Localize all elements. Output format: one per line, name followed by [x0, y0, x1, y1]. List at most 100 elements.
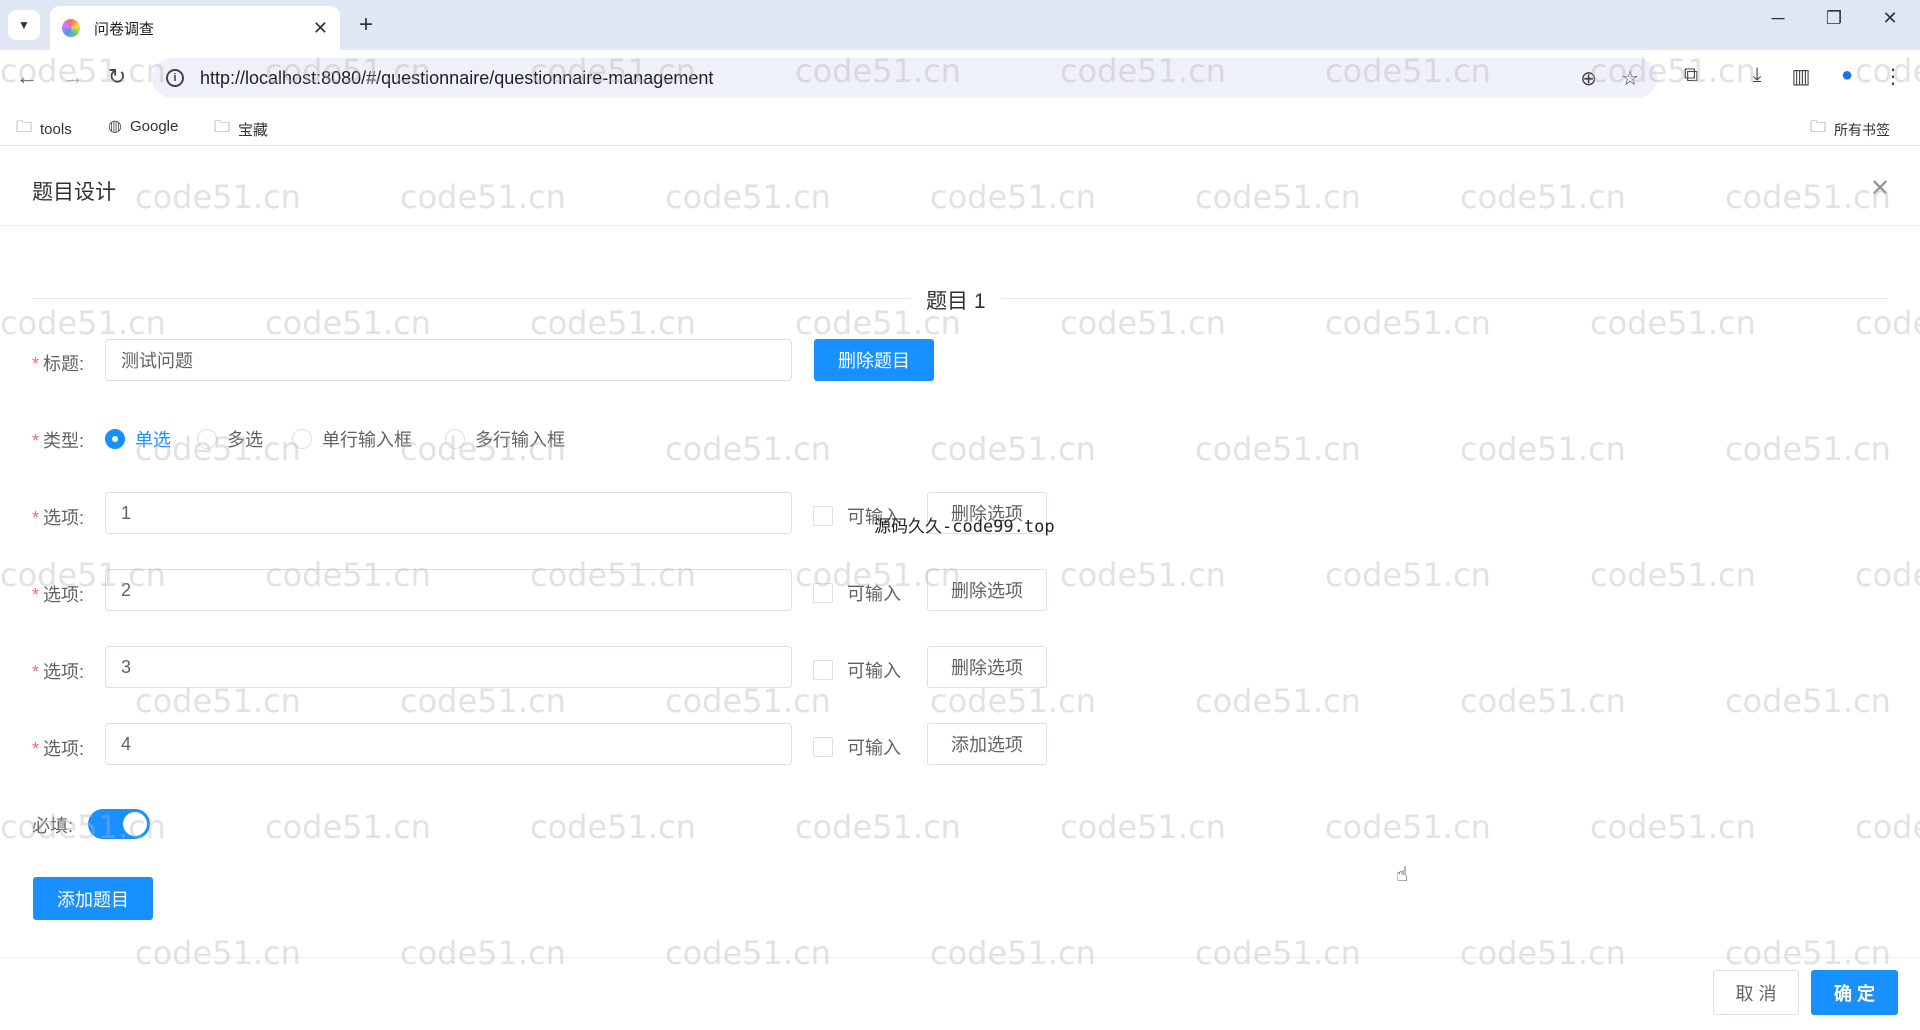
- close-tab-icon[interactable]: ✕: [313, 18, 328, 39]
- bookmark-label: Google: [129, 117, 179, 135]
- tab-title: 问卷调查: [94, 20, 155, 38]
- option-label: * 选项:: [32, 508, 85, 528]
- url-text[interactable]: http://localhost:8080/#/questionnaire/qu…: [200, 68, 713, 89]
- site-info-icon[interactable]: i: [166, 69, 184, 87]
- all-bookmarks[interactable]: 🗀 所有书签: [1810, 116, 1890, 143]
- zoom-icon[interactable]: ⊕: [1580, 66, 1597, 91]
- watermark-text: code51.cn: [1460, 682, 1626, 720]
- forward-icon[interactable]: →: [58, 64, 88, 90]
- watermark-text: code51.cn: [1855, 556, 1920, 594]
- checkbox-icon: [813, 737, 833, 757]
- watermark-text: code51.cn: [265, 304, 431, 342]
- folder-icon: 🗀: [1810, 119, 1827, 136]
- add-option-button[interactable]: 添加选项: [927, 723, 1047, 765]
- checkbox-icon: [813, 506, 833, 526]
- bookmark-tools[interactable]: 🗀 tools: [16, 116, 72, 143]
- watermark-text: code51.cn: [1195, 430, 1361, 468]
- watermark-text: code51.cn: [1060, 808, 1226, 846]
- radio-single[interactable]: 单选: [105, 426, 171, 452]
- watermark-text: code51.cn: [930, 934, 1096, 972]
- footer-divider: [0, 957, 1920, 958]
- required-label: 必填:: [32, 816, 74, 836]
- type-label: * 类型:: [32, 431, 85, 451]
- editable-checkbox-2[interactable]: 可输入: [813, 580, 901, 606]
- option-input-1[interactable]: 1: [105, 492, 792, 534]
- watermark-text: code51.cn: [1725, 430, 1891, 468]
- reload-icon[interactable]: ↻: [102, 64, 132, 90]
- bookmark-label: tools: [40, 121, 72, 138]
- browser-tab[interactable]: 问卷调查 ✕: [50, 6, 340, 50]
- hand-cursor-icon: ☝: [1396, 864, 1409, 886]
- required-switch[interactable]: [88, 809, 150, 839]
- radio-checked-icon: [105, 429, 125, 449]
- option-input-2[interactable]: 2: [105, 569, 792, 611]
- watermark-text: code51.cn: [930, 430, 1096, 468]
- dialog-header: 题目设计 ✕: [0, 146, 1920, 226]
- radio-multiple[interactable]: 多选: [197, 426, 263, 452]
- editable-checkbox-4[interactable]: 可输入: [813, 734, 901, 760]
- checkbox-icon: [813, 583, 833, 603]
- delete-option-button-2[interactable]: 删除选项: [927, 569, 1047, 611]
- radio-single-line[interactable]: 单行输入框: [292, 426, 412, 452]
- watermark-text: code51.cn: [1060, 556, 1226, 594]
- cancel-button[interactable]: 取 消: [1713, 970, 1799, 1015]
- watermark-text: code51.cn: [1460, 934, 1626, 972]
- bookmark-google[interactable]: ◍ Google: [108, 116, 178, 136]
- add-question-button[interactable]: 添加题目: [33, 877, 153, 920]
- radio-label: 单行输入框: [322, 430, 412, 450]
- watermark-text: code51.cn: [1590, 556, 1756, 594]
- download-icon[interactable]: ⤓: [1742, 64, 1772, 87]
- checkbox-label: 可输入: [847, 738, 901, 758]
- restore-icon[interactable]: ❐: [1814, 8, 1854, 29]
- option-input-3[interactable]: 3: [105, 646, 792, 688]
- option-label: * 选项:: [32, 585, 85, 605]
- address-bar[interactable]: i http://localhost:8080/#/questionnaire/…: [152, 58, 1657, 98]
- folder-icon: 🗀: [16, 119, 33, 136]
- star-icon[interactable]: ☆: [1621, 66, 1639, 91]
- watermark-text: code51.cn: [1725, 682, 1891, 720]
- watermark-text: code51.cn: [665, 430, 831, 468]
- watermark-text: code51.cn: [1325, 304, 1491, 342]
- minimize-icon[interactable]: ─: [1758, 8, 1798, 29]
- switch-knob: [123, 812, 147, 836]
- radio-label: 多行输入框: [475, 430, 565, 450]
- checkbox-label: 可输入: [847, 584, 901, 604]
- question-number: 题目 1: [910, 285, 1002, 315]
- window-close-icon[interactable]: ✕: [1870, 8, 1910, 29]
- radio-icon: [292, 429, 312, 449]
- profile-icon[interactable]: ●: [1832, 64, 1862, 87]
- watermark-text: code51.cn: [1325, 808, 1491, 846]
- side-panel-icon[interactable]: ▥: [1786, 64, 1816, 89]
- editable-checkbox-3[interactable]: 可输入: [813, 657, 901, 683]
- radio-multi-line[interactable]: 多行输入框: [445, 426, 565, 452]
- delete-option-button-3[interactable]: 删除选项: [927, 646, 1047, 688]
- watermark-text: code51.cn: [1060, 304, 1226, 342]
- favicon-icon: [62, 19, 80, 37]
- delete-question-button[interactable]: 删除题目: [814, 339, 934, 381]
- tab-search-button[interactable]: ▼: [8, 10, 40, 40]
- close-icon[interactable]: ✕: [1870, 174, 1890, 203]
- watermark-text: code51.cn: [665, 934, 831, 972]
- all-bookmarks-label: 所有书签: [1834, 121, 1891, 138]
- watermark-text: code51.cn: [1725, 934, 1891, 972]
- title-label: * 标题:: [32, 354, 85, 374]
- menu-icon[interactable]: ⋮: [1878, 64, 1908, 89]
- watermark-text: code51.cn: [265, 808, 431, 846]
- back-icon[interactable]: ←: [12, 64, 42, 90]
- radio-icon: [197, 429, 217, 449]
- bookmark-treasure[interactable]: 🗀 宝藏: [214, 116, 268, 143]
- option-input-4[interactable]: 4: [105, 723, 792, 765]
- new-tab-button[interactable]: +: [350, 10, 382, 40]
- browser-toolbar: ← → ↻ i http://localhost:8080/#/question…: [0, 50, 1920, 106]
- globe-icon: ◍: [108, 118, 122, 135]
- chevron-down-icon: ▼: [18, 18, 30, 32]
- confirm-button[interactable]: 确 定: [1811, 970, 1898, 1015]
- extensions-icon[interactable]: ⧉: [1676, 64, 1706, 87]
- watermark-text: code51.cn: [1325, 556, 1491, 594]
- watermark-text: code51.cn: [1590, 808, 1756, 846]
- watermark-text: code51.cn: [1590, 304, 1756, 342]
- option-label: * 选项:: [32, 739, 85, 759]
- dialog-title: 题目设计: [32, 181, 116, 204]
- title-input[interactable]: 测试问题: [105, 339, 792, 381]
- radio-label: 单选: [135, 430, 171, 450]
